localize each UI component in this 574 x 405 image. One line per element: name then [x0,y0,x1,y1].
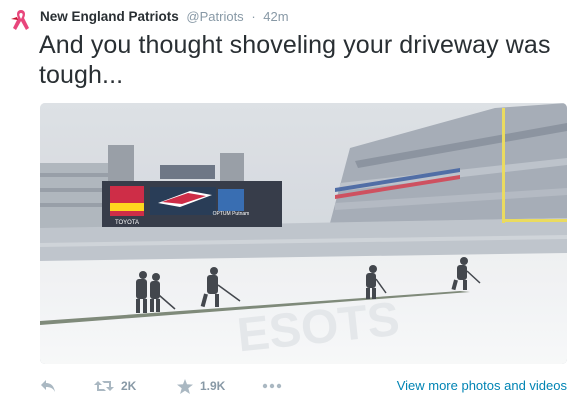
retweet-icon [94,381,114,391]
retweet-count: 2K [121,379,137,393]
avatar[interactable] [8,7,34,33]
separator-dot: · [251,9,256,24]
view-more-photos-link[interactable]: View more photos and videos [397,377,567,395]
retweet-button[interactable]: 2K [94,377,136,395]
tweet-photo[interactable]: TOYOTA OPTUM Putnam ESOTS [40,103,567,364]
timestamp[interactable]: 42m [263,9,288,24]
favorite-button[interactable]: 1.9K [177,377,225,395]
favorite-count: 1.9K [200,379,226,393]
star-icon [177,378,193,394]
reply-button[interactable] [40,377,56,395]
tweet-header: New England Patriots @Patriots · 42m [40,8,289,26]
more-button[interactable] [262,377,282,395]
author-name[interactable]: New England Patriots [40,9,179,24]
author-handle[interactable]: @Patriots [186,9,243,24]
tweet-actions: 2K 1.9K View more photos and videos [40,374,567,398]
tweet: New England Patriots @Patriots · 42m And… [0,0,574,405]
pink-ribbon-icon [11,10,29,30]
tweet-text: And you thought shoveling your driveway … [39,31,551,89]
reply-icon [41,380,55,392]
more-dots-icon [262,383,282,389]
